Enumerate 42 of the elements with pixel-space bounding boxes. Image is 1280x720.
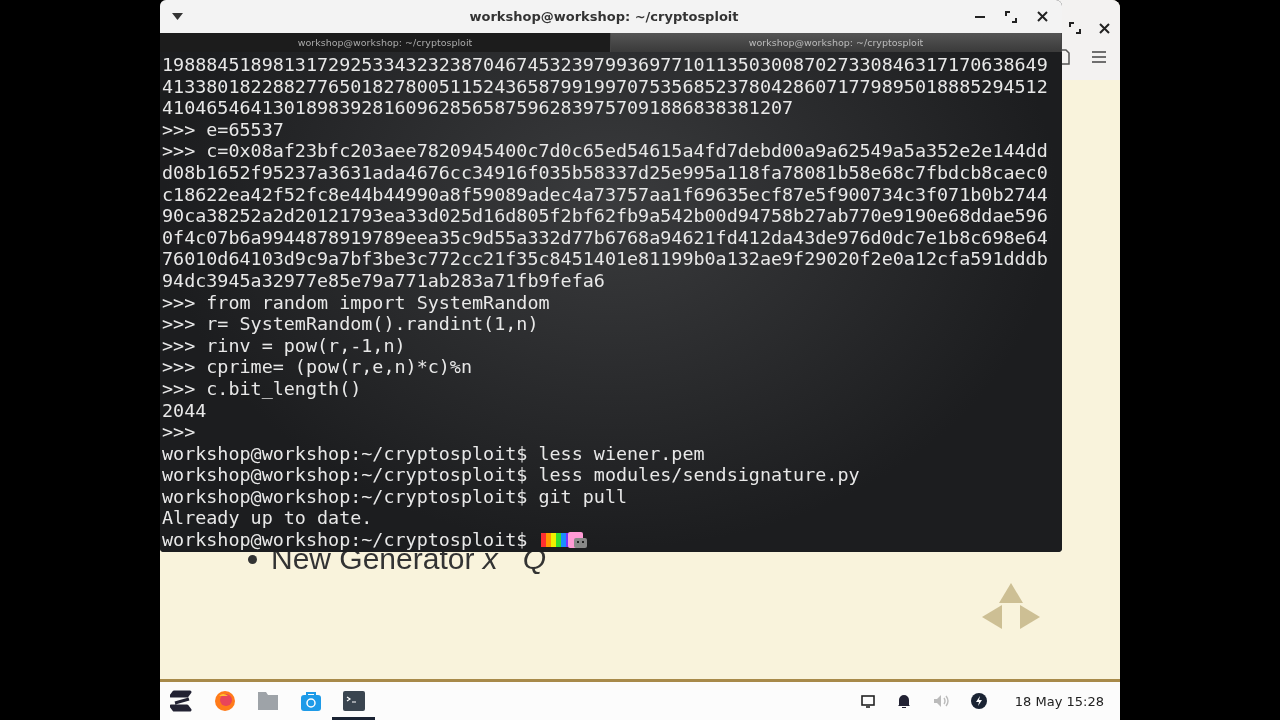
terminal-icon <box>342 691 365 711</box>
terminal-line: 94dc3945a32977e85e79a771ab283a71fb9fefa6 <box>162 269 606 292</box>
terminal-line: >>> c=0x08af23bfc203aee7820945400c7d0c65ed54615a4fd7debd00a9a62549a5a352e2e144dd <box>162 140 1049 162</box>
browser-icon <box>213 690 236 712</box>
window-title: workshop@workshop: ~/cryptosploit <box>468 9 740 24</box>
terminal-line: >>> c.bit_length() <box>162 377 363 400</box>
terminal-tab[interactable]: workshop@workshop: ~/cryptosploit <box>611 33 1062 52</box>
terminal-line: 76010d64103d9c9a7bf3be3c772cc21f35c8451401e81199b0a132ae9f29020f2e0a12cfa591dddb <box>162 248 1049 270</box>
terminal-line: workshop@workshop:~/cryptosploit$ git pull <box>162 485 629 508</box>
terminal-line: >>> e=65537 <box>162 118 285 141</box>
terminal-line: 41338018228827765018278005115243658799199707535685237804286071779895018885294512 <box>162 75 1049 98</box>
terminal-line: c18622ea42f52fc8e44b44990a8f59089adec4a73757aa1f69635ecf87e5f900734c3f071b0b2744 <box>162 183 1049 206</box>
terminal-line: Already up to date. <box>162 507 374 530</box>
menu-icon[interactable] <box>1092 51 1106 63</box>
power-icon[interactable] <box>970 693 987 709</box>
maximize-icon[interactable] <box>1069 22 1081 34</box>
terminal-line: d08b1652f95237a3631ada4676cc34916f035b58337d25e995a118fa78081b58e68c7fbdcb8caec0 <box>162 161 1049 184</box>
maximize-icon[interactable] <box>1005 10 1017 23</box>
terminal-line: >>> <box>162 421 197 443</box>
terminal-line: 0f4c07b6a9944878919789eea35c9d55a332d77b6768a94621fd412da43de976d0dc7e1b8c698e64 <box>162 226 1049 249</box>
terminal-tab[interactable]: workshop@workshop: ~/cryptosploit <box>160 33 611 52</box>
clock[interactable]: 18 May 15:28 <box>1014 693 1104 709</box>
nyan-cat-icon <box>541 530 588 549</box>
bullet-icon <box>248 554 257 564</box>
bell-icon[interactable] <box>896 693 911 709</box>
close-icon[interactable] <box>1099 22 1110 34</box>
close-icon[interactable] <box>1037 11 1048 22</box>
folder-icon <box>256 691 279 711</box>
minimize-icon[interactable] <box>975 15 985 18</box>
screen-icon[interactable] <box>860 694 875 708</box>
terminal-line: workshop@workshop:~/cryptosploit$ less modules/sendsignature.py <box>162 464 861 486</box>
terminal-line: 2044 <box>162 399 208 422</box>
terminal-line: >>> from random import SystemRandom <box>162 291 551 314</box>
caret-icon[interactable] <box>172 13 183 20</box>
terminal-line: >>> rinv = pow(r,-1,n) <box>162 334 407 357</box>
terminal-line: 19888451898131729253343232387046745323979936977101135030087027330846317170638649 <box>162 54 1049 76</box>
terminal-line: >>> cprime= (pow(r,e,n)*c)%n <box>162 356 474 378</box>
terminal-line: 410465464130189839281609628565875962839757091886838381207 <box>162 97 795 119</box>
terminal-line: workshop@workshop:~/cryptosploit$ less wiener.pem <box>162 442 706 465</box>
logo-icon <box>169 690 194 712</box>
terminal-line: >>> r= SystemRandom().randint(1,n) <box>162 313 540 335</box>
terminal-line: 90ca38252a2d20121793ea33d025d16d805f2bf62fb9a542b00d94758b27ab770e9190e68ddae596 <box>162 205 1049 227</box>
